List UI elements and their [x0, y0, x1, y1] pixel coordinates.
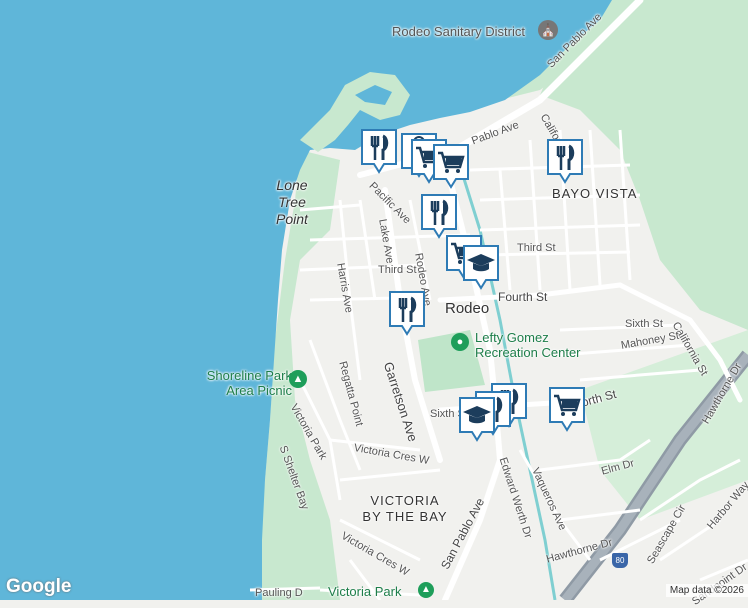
poi-victoria-park[interactable]: Victoria Park: [328, 584, 401, 599]
map-marker-restaurant[interactable]: [546, 138, 584, 184]
map-marker-restaurant[interactable]: [388, 290, 426, 336]
map-marker-restaurant[interactable]: [360, 128, 398, 174]
restaurant-icon: [547, 139, 583, 184]
school-icon: [459, 397, 495, 442]
tree-pin-icon[interactable]: ▲: [289, 370, 307, 388]
google-logo[interactable]: Google: [6, 576, 71, 598]
restaurant-icon: [421, 194, 457, 239]
poi-lefty-gomez-recreation-center[interactable]: Lefty Gomez Recreation Center: [475, 330, 595, 360]
street-label-fourth-st: Fourth St: [498, 290, 548, 304]
poi-shoreline-park-area-picnic[interactable]: Shoreline Park Area Picnic: [192, 368, 292, 398]
map-marker-shopping-cart[interactable]: [432, 143, 470, 189]
map-marker-school[interactable]: [458, 396, 496, 442]
map-marker-school[interactable]: [462, 244, 500, 290]
map-marker-restaurant[interactable]: [420, 193, 458, 239]
map-marker-shopping-cart[interactable]: [548, 386, 586, 432]
shopping-cart-icon: [549, 387, 585, 432]
school-icon: [463, 245, 499, 290]
interstate-80-shield-icon: 80: [612, 553, 628, 568]
street-label-third-st-north: Third St: [517, 242, 556, 254]
map-data-attribution[interactable]: Map data ©2026: [665, 584, 748, 597]
place-lone-tree-point: Lone Tree Point: [276, 177, 308, 227]
park-pin-icon[interactable]: ●: [451, 333, 469, 351]
restaurant-icon: [389, 291, 425, 336]
victoria-park-pin-icon[interactable]: ▲: [418, 582, 434, 598]
restaurant-icon: [361, 129, 397, 174]
street-label-sixth-st-east: Sixth St: [625, 318, 663, 330]
neighborhood-bayo-vista: BAYO VISTA: [552, 186, 638, 201]
street-label-pauling-dr: Pauling D: [255, 587, 303, 599]
neighborhood-victoria-by-the-bay: VICTORIA BY THE BAY: [362, 493, 448, 524]
street-label-third-st-west: Third St: [378, 264, 417, 276]
rodeo-sanitary-district-label: Rodeo Sanitary District: [392, 24, 525, 39]
museum-icon[interactable]: ⛪: [538, 20, 558, 40]
shopping-cart-icon: [433, 144, 469, 189]
town-label-rodeo: Rodeo: [445, 300, 490, 317]
